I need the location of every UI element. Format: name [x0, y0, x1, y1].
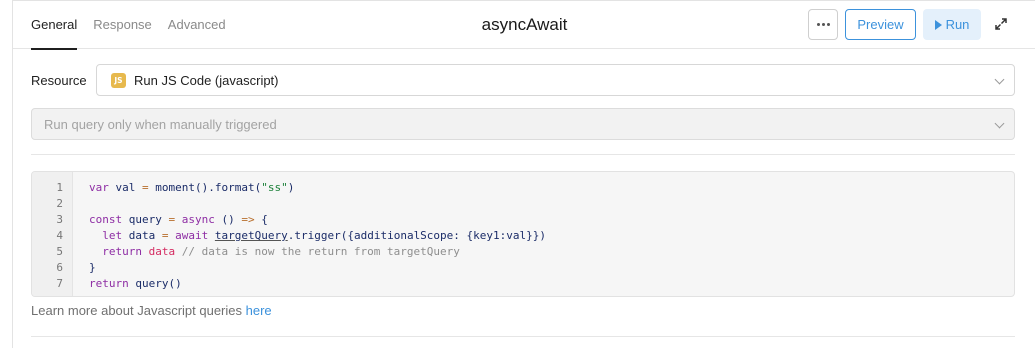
divider [31, 336, 1015, 337]
code-line: return query() [89, 277, 182, 290]
line-number: 4 [56, 229, 63, 242]
run-label: Run [945, 17, 970, 32]
resource-value: Run JS Code (javascript) [134, 73, 279, 88]
line-number: 7 [56, 277, 63, 290]
code-line: return data // data is now the return fr… [102, 245, 460, 258]
preview-button[interactable]: Preview [845, 9, 916, 40]
tab-response[interactable]: Response [93, 0, 152, 49]
code-line: let data = await targetQuery.trigger({ad… [102, 229, 547, 242]
divider [31, 154, 1015, 155]
line-number: 3 [56, 213, 63, 226]
tab-advanced[interactable]: Advanced [168, 0, 226, 49]
learn-more-link[interactable]: here [246, 303, 272, 318]
line-number: 1 [56, 181, 63, 194]
js-icon: JS [111, 73, 126, 88]
line-number: 5 [56, 245, 63, 258]
query-tabs: General Response Advanced [31, 0, 242, 50]
query-editor-panel: General Response Advanced asyncAwait Pre… [12, 0, 1035, 348]
more-options-button[interactable] [808, 9, 838, 40]
chevron-down-icon [994, 74, 1005, 85]
trigger-mode-select[interactable]: Run query only when manually triggered [31, 108, 1015, 140]
line-number: 6 [56, 261, 63, 274]
code-line: var val = moment().format("ss") [89, 181, 295, 194]
ellipsis-icon [816, 23, 830, 26]
expand-icon[interactable] [992, 15, 1010, 33]
query-header: General Response Advanced asyncAwait Pre… [13, 0, 1035, 50]
code-line: const query = async () => { [89, 213, 268, 226]
code-editor[interactable]: 1 2 3 4 5 6 7 var val = moment().format(… [31, 171, 1015, 297]
tab-general[interactable]: General [31, 0, 78, 50]
chevron-down-icon [994, 118, 1005, 129]
resource-label: Resource [31, 73, 87, 88]
play-icon [934, 19, 942, 30]
code-line: } [89, 261, 96, 274]
resource-select[interactable]: JS Run JS Code (javascript) [96, 64, 1015, 96]
learn-more-label: Learn more about Javascript queries [31, 303, 246, 318]
line-number: 2 [56, 197, 63, 210]
line-number-gutter: 1 2 3 4 5 6 7 [32, 172, 73, 296]
trigger-mode-value: Run query only when manually triggered [44, 117, 277, 132]
run-button[interactable]: Run [923, 9, 981, 40]
learn-more-text: Learn more about Javascript queries here [31, 303, 272, 318]
